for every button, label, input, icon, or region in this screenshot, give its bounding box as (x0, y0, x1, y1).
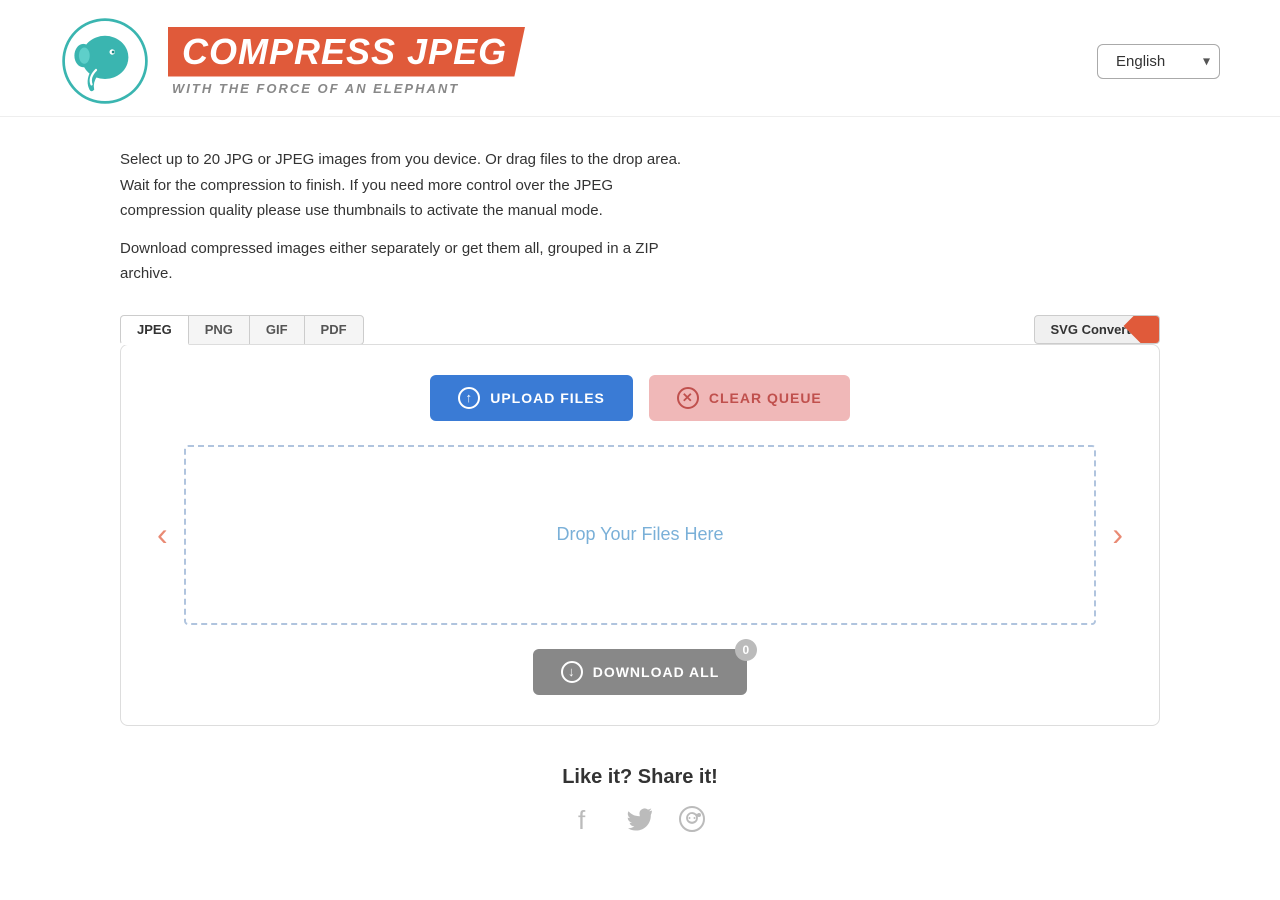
language-selector-wrapper[interactable]: English Español Français Deutsch Italian… (1097, 44, 1220, 79)
upload-files-button[interactable]: ↑ UPLOAD FILES (430, 375, 633, 421)
share-section: Like it? Share it! f (120, 766, 1160, 840)
reddit-share-button[interactable] (678, 805, 706, 840)
svg-converter-badge[interactable]: SVG Converter (1034, 315, 1160, 344)
upload-card: ↑ UPLOAD FILES ✕ CLEAR QUEUE ‹ Drop Your… (120, 344, 1160, 726)
download-icon: ↓ (561, 661, 583, 683)
share-icons-row: f (120, 805, 1160, 840)
carousel-prev-button[interactable]: ‹ (141, 516, 184, 553)
tab-pdf[interactable]: PDF (304, 315, 364, 345)
format-tabs: JPEG PNG GIF PDF (120, 315, 363, 345)
drop-zone[interactable]: Drop Your Files Here (184, 445, 1097, 625)
drop-zone-text: Drop Your Files Here (556, 524, 723, 545)
drop-zone-wrapper: ‹ Drop Your Files Here › (141, 445, 1139, 625)
tabs-row: JPEG PNG GIF PDF SVG Converter (120, 315, 1160, 345)
share-title: Like it? Share it! (120, 766, 1160, 789)
description-text: Select up to 20 JPG or JPEG images from … (120, 147, 1160, 287)
upload-icon: ↑ (458, 387, 480, 409)
download-count-badge: 0 (735, 639, 757, 661)
facebook-share-button[interactable]: f (574, 805, 602, 840)
download-row: ↓ DOWNLOAD ALL 0 (141, 649, 1139, 695)
logo-title: COMPRESS JPEG (168, 27, 525, 77)
action-buttons-row: ↑ UPLOAD FILES ✕ CLEAR QUEUE (141, 375, 1139, 421)
logo-area: COMPRESS JPEG WITH THE FORCE OF AN ELEPH… (60, 16, 525, 106)
main-content: Select up to 20 JPG or JPEG images from … (60, 117, 1220, 880)
tab-gif[interactable]: GIF (249, 315, 305, 345)
language-select[interactable]: English Español Français Deutsch Italian… (1097, 44, 1220, 79)
clear-queue-button[interactable]: ✕ CLEAR QUEUE (649, 375, 850, 421)
logo-subtitle: WITH THE FORCE OF AN ELEPHANT (168, 81, 525, 96)
download-all-button[interactable]: ↓ DOWNLOAD ALL 0 (533, 649, 748, 695)
header: COMPRESS JPEG WITH THE FORCE OF AN ELEPH… (0, 0, 1280, 117)
twitter-share-button[interactable] (626, 805, 654, 840)
logo-text-area: COMPRESS JPEG WITH THE FORCE OF AN ELEPH… (168, 27, 525, 96)
svg-text:f: f (578, 805, 586, 833)
tab-png[interactable]: PNG (188, 315, 250, 345)
elephant-logo-icon (60, 16, 150, 106)
clear-icon: ✕ (677, 387, 699, 409)
carousel-next-button[interactable]: › (1096, 516, 1139, 553)
tab-jpeg[interactable]: JPEG (120, 315, 189, 345)
